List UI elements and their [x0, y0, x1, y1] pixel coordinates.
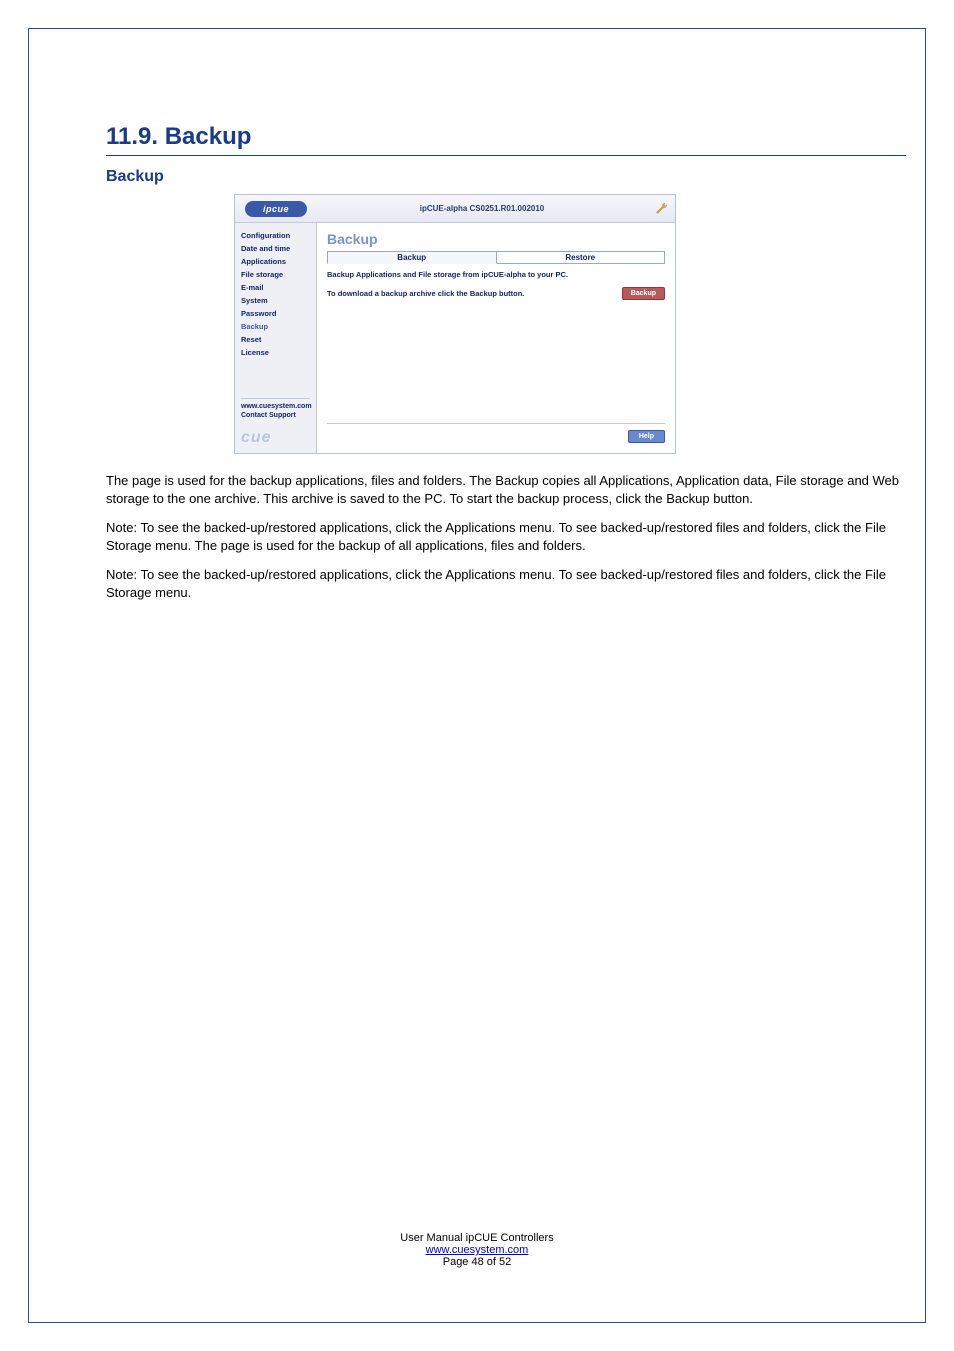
- help-row: Help: [327, 423, 665, 443]
- backup-row-text: To download a backup archive click the B…: [327, 289, 524, 298]
- paragraph-3: Note: To see the backed-up/restored appl…: [106, 566, 906, 601]
- app-header: ipcue ipCUE-alpha CS0251.R01.002010: [235, 195, 675, 223]
- sidebar-item-configuration[interactable]: Configuration: [241, 229, 310, 242]
- paragraph-2: Note: To see the backed-up/restored appl…: [106, 519, 906, 554]
- sidebar: Configuration Date and time Applications…: [235, 223, 317, 453]
- main-panel: Backup Backup Restore Backup Application…: [317, 223, 675, 453]
- app-window: ipcue ipCUE-alpha CS0251.R01.002010 Conf…: [234, 194, 676, 454]
- sidebar-item-system[interactable]: System: [241, 294, 310, 307]
- sidebar-item-reset[interactable]: Reset: [241, 333, 310, 346]
- page-footer: User Manual ipCUE Controllers www.cuesys…: [29, 1232, 925, 1268]
- footer-title: User Manual ipCUE Controllers: [29, 1232, 925, 1244]
- content-area: 11.9. Backup Backup ipcue ipCUE-alpha CS…: [106, 123, 906, 613]
- sidebar-brand: cue: [241, 429, 310, 447]
- sidebar-item-applications[interactable]: Applications: [241, 255, 310, 268]
- app-body: Configuration Date and time Applications…: [235, 223, 675, 453]
- backup-row: To download a backup archive click the B…: [327, 287, 665, 300]
- sidebar-item-email[interactable]: E-mail: [241, 281, 310, 294]
- tab-backup[interactable]: Backup: [327, 251, 497, 264]
- paragraph-1: The page is used for the backup applicat…: [106, 472, 906, 507]
- app-logo-area: ipcue: [235, 195, 317, 222]
- footer-page-number: Page 48 of 52: [29, 1256, 925, 1268]
- subsection-heading: Backup: [106, 168, 906, 186]
- embedded-screenshot: ipcue ipCUE-alpha CS0251.R01.002010 Conf…: [234, 194, 906, 454]
- sidebar-item-date-time[interactable]: Date and time: [241, 242, 310, 255]
- inner-tabs: Backup Restore: [327, 251, 665, 264]
- tab-restore[interactable]: Restore: [497, 251, 666, 264]
- app-header-title: ipCUE-alpha CS0251.R01.002010: [317, 204, 647, 213]
- section-heading: 11.9. Backup: [106, 123, 906, 156]
- main-title: Backup: [327, 231, 665, 247]
- backup-button[interactable]: Backup: [622, 287, 665, 300]
- tools-icon[interactable]: [647, 202, 675, 216]
- sidebar-item-backup[interactable]: Backup: [241, 320, 310, 333]
- sidebar-link-support[interactable]: Contact Support: [241, 410, 310, 419]
- main-description: Backup Applications and File storage fro…: [327, 270, 665, 279]
- sidebar-item-password[interactable]: Password: [241, 307, 310, 320]
- sidebar-spacer: [241, 359, 310, 394]
- sidebar-item-file-storage[interactable]: File storage: [241, 268, 310, 281]
- sidebar-link-website[interactable]: www.cuesystem.com: [241, 398, 310, 410]
- footer-link[interactable]: www.cuesystem.com: [426, 1244, 529, 1256]
- wrench-icon: [654, 202, 668, 216]
- help-button[interactable]: Help: [628, 430, 665, 443]
- sidebar-item-license[interactable]: License: [241, 346, 310, 359]
- page-frame: 11.9. Backup Backup ipcue ipCUE-alpha CS…: [28, 28, 926, 1323]
- app-logo-badge: ipcue: [245, 201, 307, 217]
